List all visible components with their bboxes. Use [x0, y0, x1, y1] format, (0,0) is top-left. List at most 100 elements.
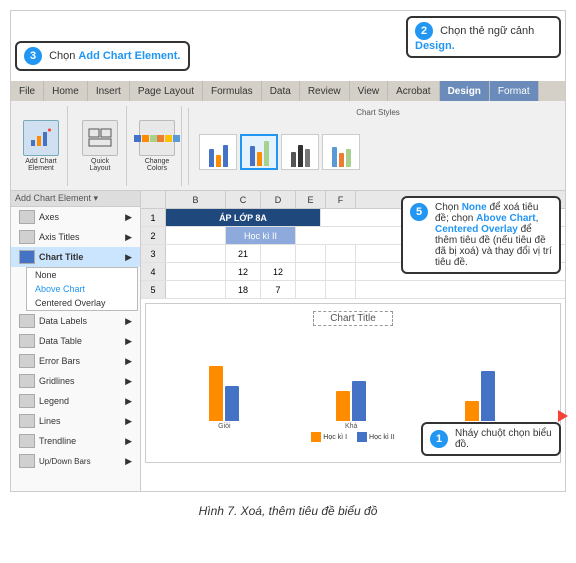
- tab-insert[interactable]: Insert: [88, 81, 130, 101]
- tb-bar-2: [481, 371, 495, 421]
- ribbon-tabs: File Home Insert Page Layout Formulas Da…: [11, 81, 565, 101]
- kha-bar-1: [336, 391, 350, 421]
- menu-item-error-bars[interactable]: Error Bars ▶: [11, 351, 140, 371]
- cell-3f: [326, 245, 356, 262]
- quick-layout-button[interactable]: [82, 120, 118, 156]
- menu-item-trendline[interactable]: Trendline ▶: [11, 431, 140, 451]
- cell-hk2: Học kì II: [226, 227, 296, 244]
- tab-design[interactable]: Design: [440, 81, 490, 101]
- menu-item-data-labels[interactable]: Data Labels ▶: [11, 311, 140, 331]
- kha-label: Khá: [345, 423, 357, 430]
- callout-num-3: 3: [24, 47, 42, 65]
- menu-item-data-table[interactable]: Data Table ▶: [11, 331, 140, 351]
- error-bars-arrow: ▶: [125, 356, 132, 367]
- add-chart-element-button[interactable]: [23, 120, 59, 156]
- menu-item-gridlines[interactable]: Gridlines ▶: [11, 371, 140, 391]
- submenu-centered-overlay[interactable]: Centered Overlay: [27, 296, 137, 310]
- axes-icon: [19, 210, 35, 224]
- axis-titles-icon: [19, 230, 35, 244]
- legend-hk2-label: Học kì II: [369, 434, 395, 441]
- cell-4c: 12: [226, 263, 261, 280]
- menu-item-lines[interactable]: Lines ▶: [11, 411, 140, 431]
- gioi-label: Giỏi: [218, 423, 230, 430]
- menu-item-chart-title[interactable]: Chart Title ▶: [11, 247, 140, 267]
- updown-bars-arrow: ▶: [125, 456, 132, 467]
- submenu-above-chart[interactable]: Above Chart: [27, 282, 137, 296]
- chart-style-1[interactable]: [199, 134, 237, 170]
- data-table-label: Data Table: [39, 336, 82, 346]
- trendline-icon: [19, 434, 35, 448]
- chart-title-text: Chart Title: [313, 311, 393, 326]
- cell-5b: [166, 281, 226, 298]
- legend-hk1: Học kì I: [311, 432, 347, 442]
- callout-5-none: None: [462, 202, 487, 213]
- axes-label: Axes: [39, 212, 59, 222]
- menu-item-axes[interactable]: Axes ▶: [11, 207, 140, 227]
- lines-icon: [19, 414, 35, 428]
- gioi-bar-1: [209, 366, 223, 421]
- chart-styles-label: Chart Styles: [195, 108, 561, 117]
- change-colors-button[interactable]: [139, 120, 175, 156]
- legend-hk1-label: Học kì I: [323, 434, 347, 441]
- change-colors-group: Change Colors: [133, 106, 182, 186]
- color-sq-orange: [142, 135, 149, 142]
- chart-title-submenu: None Above Chart Centered Overlay: [26, 267, 138, 311]
- figure-caption: Hình 7. Xoá, thêm tiêu đề biểu đồ: [193, 498, 384, 524]
- data-labels-arrow: ▶: [125, 316, 132, 327]
- tab-home[interactable]: Home: [44, 81, 88, 101]
- legend-hk2-color: [357, 432, 367, 442]
- callout-1-content: 1 Nháy chuột chọn biểu đồ.: [430, 428, 552, 450]
- tab-file[interactable]: File: [11, 81, 44, 101]
- tab-format[interactable]: Format: [490, 81, 539, 101]
- axis-titles-label: Axis Titles: [39, 232, 80, 242]
- tab-data[interactable]: Data: [262, 81, 300, 101]
- chart-group-gioi: Giỏi: [209, 366, 239, 430]
- col-header-b: B: [166, 191, 226, 208]
- callout-5: 5 Chọn None để xoá tiêu đề; chọn Above C…: [401, 196, 561, 274]
- submenu-none[interactable]: None: [27, 268, 137, 282]
- cell-4f: [326, 263, 356, 280]
- callout-5-centered: Centered Overlay: [435, 224, 518, 235]
- callout-num-5: 5: [410, 203, 428, 221]
- chart-style-2[interactable]: [240, 134, 278, 170]
- tab-view[interactable]: View: [350, 81, 389, 101]
- tab-pagelayout[interactable]: Page Layout: [130, 81, 203, 101]
- menu-item-axis-titles[interactable]: Axis Titles ▶: [11, 227, 140, 247]
- tab-formulas[interactable]: Formulas: [203, 81, 262, 101]
- change-colors-label: Change Colors: [137, 158, 177, 172]
- row-num-3: 3: [141, 245, 166, 262]
- add-chart-icon: [29, 126, 53, 150]
- tab-review[interactable]: Review: [300, 81, 350, 101]
- cell-4b: [166, 263, 226, 280]
- callout-3-text: Chọn Add Chart Element.: [49, 50, 180, 62]
- chart-style-4[interactable]: [322, 134, 360, 170]
- callout-5-text: Chọn None để xoá tiêu đề; chọn Above Cha…: [435, 202, 552, 268]
- chart-title-arrow: ▶: [125, 252, 132, 263]
- grid-row-5: 5 18 7: [141, 281, 565, 299]
- chart-style-3[interactable]: [281, 134, 319, 170]
- legend-hk1-color: [311, 432, 321, 442]
- cell-5f: [326, 281, 356, 298]
- chart-styles-section: Chart Styles: [188, 108, 561, 185]
- data-table-arrow: ▶: [125, 336, 132, 347]
- cell-2b: [166, 227, 226, 244]
- color-squares: [134, 135, 157, 142]
- tb-bar-1: [465, 401, 479, 421]
- chart-title-label: Chart Title: [39, 252, 83, 262]
- menu-item-updown-bars[interactable]: Up/Down Bars ▶: [11, 451, 140, 471]
- color-squares-2: [157, 135, 180, 142]
- trendline-arrow: ▶: [125, 436, 132, 447]
- cell-3d: [261, 245, 296, 262]
- menu-item-legend[interactable]: Legend ▶: [11, 391, 140, 411]
- red-arrow-chart: [558, 410, 568, 422]
- tab-acrobat[interactable]: Acrobat: [388, 81, 439, 101]
- kha-bars: [336, 381, 366, 421]
- cell-3e: [296, 245, 326, 262]
- legend-label: Legend: [39, 396, 69, 406]
- callout-num-1: 1: [430, 430, 448, 448]
- row-num-header: [141, 191, 166, 208]
- error-bars-label: Error Bars: [39, 356, 80, 366]
- row-num-2: 2: [141, 227, 166, 244]
- callout-3: 3 Chọn Add Chart Element.: [15, 41, 190, 71]
- chart-title-area[interactable]: Chart Title: [146, 308, 560, 326]
